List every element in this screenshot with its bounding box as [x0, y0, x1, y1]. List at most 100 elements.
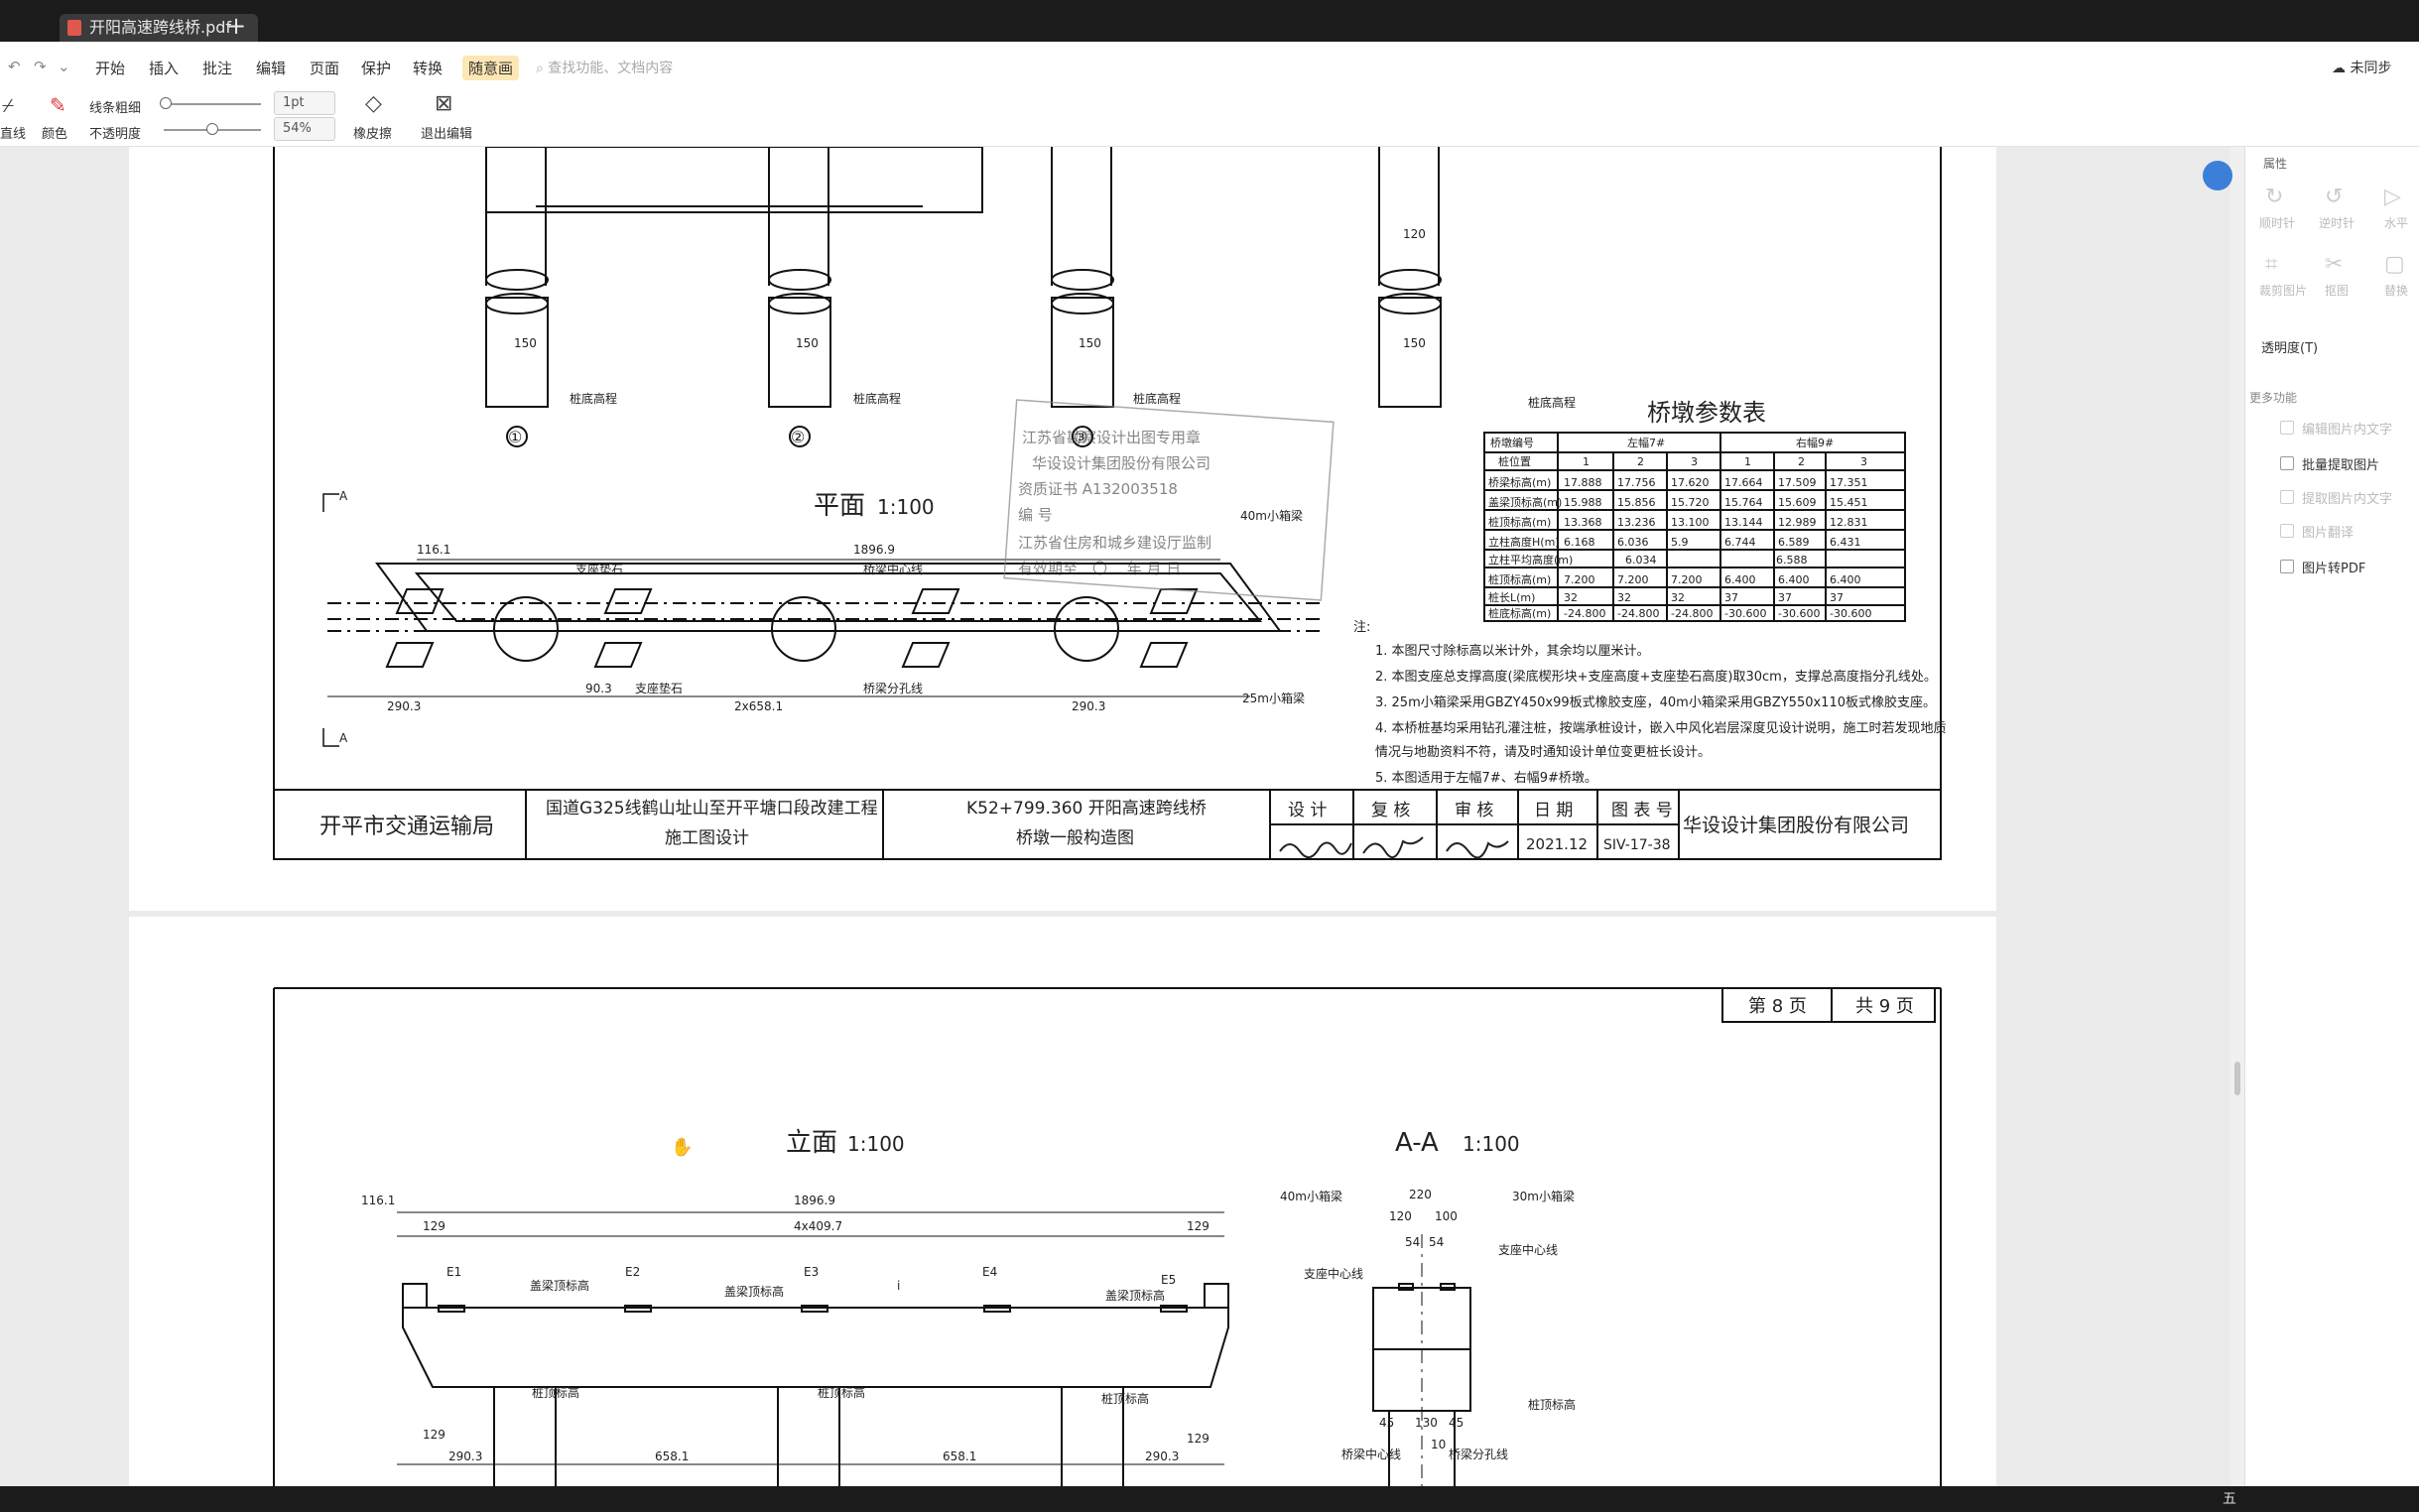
table-cell: 15.609: [1778, 496, 1817, 509]
table-cell: 6.034: [1625, 554, 1657, 567]
ime-indicator[interactable]: 五: [2223, 1486, 2236, 1512]
circle-3: ③: [1074, 428, 1087, 446]
bearing-e3: E3: [804, 1265, 819, 1279]
elev-dim-129-r: 129: [1187, 1219, 1210, 1233]
flip-icon[interactable]: ▷: [2384, 185, 2401, 209]
col-top-3: 桩顶标高: [1101, 1391, 1149, 1406]
rotate-ccw-label[interactable]: 逆时针: [2319, 214, 2355, 231]
line-tool-label[interactable]: 直线: [0, 123, 26, 142]
vertical-scrollbar[interactable]: [2230, 147, 2244, 1486]
line-tool-icon[interactable]: ⌿: [2, 93, 14, 117]
extract-image-text[interactable]: 提取图片内文字: [2302, 488, 2392, 507]
menu-freehand[interactable]: 随意画: [462, 56, 520, 80]
replace-label[interactable]: 替换: [2384, 282, 2408, 299]
signatures: [1279, 836, 1509, 859]
opacity-select[interactable]: 54%: [274, 117, 335, 141]
sync-status[interactable]: ☁ 未同步: [2332, 58, 2391, 77]
undo-icon[interactable]: ↶: [8, 58, 21, 75]
note-2: 2. 本图支座总支撑高度(梁底楔形块+支座高度+支座垫石高度)取30cm，支撑总…: [1375, 669, 1937, 685]
param-table: 桥墩编号 左幅7# 右幅9# 桩位置 1 2 3 1 2 3 桥梁标高(m) 17…: [1488, 436, 1871, 620]
edit-image-text[interactable]: 编辑图片内文字: [2302, 419, 2392, 438]
menu-protect[interactable]: 保护: [361, 58, 391, 78]
color-label[interactable]: 颜色: [42, 123, 67, 142]
assistant-button[interactable]: [2203, 161, 2232, 190]
crop-label[interactable]: 裁剪图片: [2259, 282, 2307, 299]
table-cell: 15.720: [1671, 496, 1710, 509]
cutout-icon[interactable]: ✂: [2325, 252, 2343, 277]
image-translate[interactable]: 图片翻译: [2302, 522, 2354, 541]
owner-name: 开平市交通运输局: [319, 815, 494, 839]
search-icon: ⌕: [536, 61, 549, 76]
menu-edit[interactable]: 编辑: [256, 58, 286, 78]
beam-top-1: 盖梁顶标高: [530, 1278, 589, 1293]
table-cell: 6.431: [1830, 536, 1861, 549]
section-dim-54-r: 54: [1429, 1235, 1444, 1249]
pen-icon[interactable]: ✎: [50, 93, 66, 117]
exit-edit-label[interactable]: 退出编辑: [421, 123, 472, 142]
table-cell: 6.036: [1617, 536, 1649, 549]
menu-bar: ↶ ↷ ⌄ 开始 插入 批注 编辑 页面 保护 转换 随意画 ⌕ 查找功能、文档…: [0, 42, 2419, 91]
bearing-e4: E4: [982, 1265, 997, 1279]
note-3: 3. 25m小箱梁采用GBZY450x99板式橡胶支座，40m小箱梁采用GBZY…: [1375, 694, 1936, 710]
section-bearing-center-r: 支座中心线: [1498, 1242, 1558, 1257]
menu-annotate[interactable]: 批注: [202, 58, 232, 78]
menu-start[interactable]: 开始: [95, 58, 125, 78]
image-to-pdf[interactable]: 图片转PDF: [2302, 558, 2365, 576]
exit-edit-icon[interactable]: ⊠: [435, 91, 452, 116]
note-5: 5. 本图适用于左幅7#、右幅9#桥墩。: [1375, 771, 1597, 786]
rotate-ccw-icon[interactable]: ↺: [2325, 185, 2343, 209]
transparency-label[interactable]: 透明度(T): [2261, 337, 2318, 356]
elev-title: 立面: [786, 1128, 837, 1158]
menu-insert[interactable]: 插入: [149, 58, 179, 78]
document-viewport[interactable]: 江苏省勘察设计出图专用章 华设设计集团股份有限公司 资质证书 A13200351…: [0, 147, 2242, 1486]
table-cell: 6.400: [1724, 573, 1756, 586]
table-cell: 6.588: [1776, 554, 1808, 567]
slope-mark: i: [897, 1279, 900, 1293]
search-input[interactable]: ⌕ 查找功能、文档内容: [536, 58, 673, 77]
note-1: 1. 本图尺寸除标高以米计外，其余均以厘米计。: [1375, 643, 1650, 659]
eraser-label[interactable]: 橡皮擦: [353, 123, 392, 142]
project-line1: 国道G325线鹤山址山至开平塘口段改建工程: [546, 799, 878, 819]
more-chevron-icon[interactable]: ⌄: [58, 58, 70, 75]
param-table-title: 桥墩参数表: [1647, 399, 1766, 427]
status-bar: 五: [0, 1486, 2419, 1512]
redo-icon[interactable]: ↷: [34, 58, 47, 75]
dim-116-1: 116.1: [417, 543, 450, 557]
dim-150-4: 150: [1403, 336, 1426, 350]
rotate-cw-label[interactable]: 顺时针: [2259, 214, 2295, 231]
table-cell: -24.800: [1617, 607, 1659, 620]
pile-bottom-4: 桩底高程: [1528, 395, 1576, 410]
scrollbar-thumb[interactable]: [2234, 1062, 2240, 1095]
flip-label[interactable]: 水平: [2384, 214, 2408, 231]
elev-scale: 1:100: [847, 1132, 905, 1156]
tb-design: 设 计: [1288, 801, 1327, 820]
menu-page[interactable]: 页面: [310, 58, 339, 78]
section-mark-a-top: A: [339, 489, 348, 503]
table-cell: 6.589: [1778, 536, 1810, 549]
line-width-knob[interactable]: [160, 97, 172, 109]
opacity-knob[interactable]: [206, 123, 218, 135]
eraser-icon[interactable]: ◇: [365, 91, 382, 116]
table-cell: 6.400: [1830, 573, 1861, 586]
plan-scale: 1:100: [877, 495, 935, 519]
sync-label: 未同步: [2350, 61, 2392, 76]
crop-icon[interactable]: ⌗: [2265, 252, 2277, 277]
batch-extract-images[interactable]: 批量提取图片: [2302, 454, 2379, 473]
new-tab-button[interactable]: +: [226, 12, 246, 40]
line-width-slider[interactable]: [164, 103, 261, 105]
section-dim-130: 130: [1415, 1416, 1438, 1430]
section-dim-120: 120: [1389, 1209, 1412, 1223]
menu-convert[interactable]: 转换: [413, 58, 443, 78]
tb-date: 2021.12: [1526, 835, 1588, 853]
table-cell: 37: [1830, 591, 1844, 604]
replace-icon[interactable]: ▢: [2384, 252, 2405, 277]
section-scale: 1:100: [1463, 1132, 1520, 1156]
cutout-label[interactable]: 抠图: [2325, 282, 2349, 299]
page-number: 第 8 页: [1748, 996, 1807, 1017]
stamp-line2: 华设设计集团股份有限公司: [1032, 454, 1210, 472]
section-dim-45-l: 45: [1379, 1416, 1394, 1430]
table-cell: 37: [1778, 591, 1792, 604]
dim-290-3-right: 290.3: [1072, 699, 1105, 713]
line-width-select[interactable]: 1pt: [274, 91, 335, 115]
rotate-cw-icon[interactable]: ↻: [2265, 185, 2283, 209]
